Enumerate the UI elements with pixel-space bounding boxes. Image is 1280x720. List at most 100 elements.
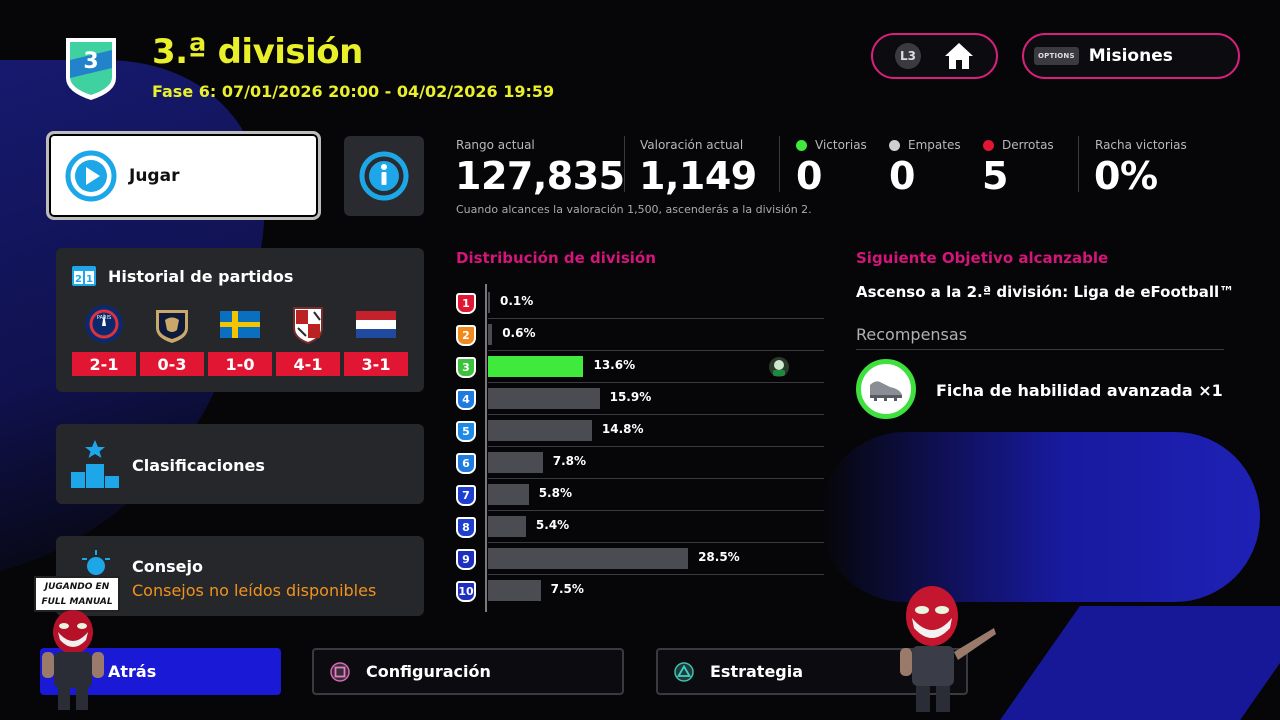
losses-dot-icon bbox=[983, 139, 994, 151]
division-row: 4 15.9% bbox=[456, 383, 824, 415]
info-button[interactable] bbox=[344, 136, 424, 216]
svg-text:2: 2 bbox=[75, 274, 82, 285]
reward-item[interactable] bbox=[856, 359, 916, 419]
match-history-title: Historial de partidos bbox=[108, 267, 294, 286]
division-bar bbox=[488, 484, 529, 505]
division-percent: 5.4% bbox=[535, 518, 570, 532]
play-button[interactable]: Jugar bbox=[46, 131, 321, 220]
wins-value: 0 bbox=[796, 154, 822, 198]
triangle-button-icon bbox=[674, 661, 694, 682]
division-bar bbox=[488, 516, 526, 537]
streak-label: Racha victorias bbox=[1095, 138, 1187, 152]
division-row: 3 13.6% bbox=[456, 351, 824, 383]
division-badge: 2 bbox=[456, 325, 476, 346]
division-bar bbox=[488, 452, 543, 473]
podium-icon bbox=[71, 440, 119, 488]
rank-value: 127,835 bbox=[455, 154, 625, 198]
division-percent: 0.6% bbox=[502, 326, 536, 340]
svg-text:PARIS: PARIS bbox=[97, 315, 111, 321]
division-percent: 7.5% bbox=[550, 582, 584, 596]
division-percent: 13.6% bbox=[593, 358, 636, 372]
draws-value: 0 bbox=[889, 154, 915, 198]
rating-value: 1,149 bbox=[639, 154, 757, 198]
division-percent: 14.8% bbox=[601, 422, 644, 436]
division-percent: 15.9% bbox=[609, 390, 652, 404]
division-percent: 0.1% bbox=[500, 294, 534, 308]
match-score: 0-3 bbox=[140, 352, 204, 376]
division-bar bbox=[488, 356, 584, 377]
missions-button[interactable]: OPTIONS Misiones bbox=[1022, 33, 1240, 79]
division-bar bbox=[488, 388, 600, 409]
lightbulb-icon bbox=[82, 550, 110, 575]
mascot-left-image bbox=[42, 610, 104, 710]
boot-icon bbox=[870, 381, 902, 401]
streak-value: 0% bbox=[1094, 154, 1158, 198]
phase-dates: Fase 6: 07/01/2026 20:00 - 04/02/2026 19… bbox=[152, 82, 555, 101]
division-row: 2 0.6% bbox=[456, 319, 824, 351]
info-icon bbox=[359, 151, 409, 201]
division-bar bbox=[488, 548, 689, 569]
rating-label: Valoración actual bbox=[640, 138, 744, 152]
losses-value: 5 bbox=[982, 154, 1008, 198]
home-icon bbox=[945, 43, 973, 69]
division-badge: 9 bbox=[456, 549, 476, 570]
draws-label: Empates bbox=[889, 138, 961, 152]
pumas-crest-icon bbox=[156, 310, 188, 343]
match-score: 4-1 bbox=[276, 352, 340, 376]
division-bar bbox=[488, 420, 592, 441]
settings-label: Configuración bbox=[366, 662, 491, 681]
match-score: 1-0 bbox=[208, 352, 272, 376]
match-score: 3-1 bbox=[344, 352, 408, 376]
division-badge: 1 bbox=[456, 293, 476, 314]
background-swoosh-right bbox=[820, 432, 1260, 602]
options-button-tag: OPTIONS bbox=[1034, 47, 1079, 65]
stat-divider bbox=[1078, 136, 1079, 192]
stat-divider bbox=[624, 136, 625, 192]
netherlands-flag-icon bbox=[356, 311, 396, 338]
classifications-button[interactable]: Clasificaciones bbox=[56, 424, 424, 504]
division-badge: 6 bbox=[456, 453, 476, 474]
division-row: 6 7.8% bbox=[456, 447, 824, 479]
classifications-label: Clasificaciones bbox=[132, 456, 265, 475]
page-title: 3.ª división bbox=[152, 32, 363, 72]
svg-text:1: 1 bbox=[86, 274, 93, 285]
match-history-panel[interactable]: 2 1 Historial de partidos PARIS 2-1 0-3 … bbox=[56, 248, 424, 392]
division-badge: 3 bbox=[456, 357, 476, 378]
shield-crest-icon bbox=[293, 307, 323, 344]
mascot-right-image bbox=[900, 586, 996, 712]
l3-button-tag: L3 bbox=[895, 43, 921, 69]
stat-divider bbox=[779, 136, 780, 192]
division-row: 10 7.5% bbox=[456, 575, 824, 607]
settings-button[interactable]: Configuración bbox=[312, 648, 624, 695]
promotion-note: Cuando alcances la valoración 1,500, asc… bbox=[456, 203, 812, 216]
scoreboard-icon: 2 1 bbox=[72, 266, 96, 286]
division-row: 8 5.4% bbox=[456, 511, 824, 543]
distribution-title: Distribución de división bbox=[456, 249, 656, 267]
strategy-label: Estrategia bbox=[710, 662, 804, 681]
reward-text: Ficha de habilidad avanzada ×1 bbox=[936, 381, 1223, 400]
psg-crest-icon: PARIS bbox=[85, 305, 123, 343]
division-badge: 7 bbox=[456, 485, 476, 506]
background-swoosh-bottom-right bbox=[1000, 606, 1280, 720]
losses-label: Derrotas bbox=[983, 138, 1054, 152]
draws-dot-icon bbox=[889, 139, 900, 151]
rewards-label: Recompensas bbox=[856, 325, 968, 344]
home-button[interactable]: L3 bbox=[871, 33, 998, 79]
division-percent: 5.8% bbox=[538, 486, 572, 500]
division-bar bbox=[488, 292, 490, 313]
division-bar bbox=[488, 324, 493, 345]
objective-text: Ascenso a la 2.ª división: Liga de eFoot… bbox=[856, 283, 1235, 301]
sweden-flag-icon bbox=[220, 311, 260, 338]
rank-label: Rango actual bbox=[456, 138, 535, 152]
division-badge: 10 bbox=[456, 581, 476, 602]
objective-title: Siguiente Objetivo alcanzable bbox=[856, 249, 1109, 267]
player-avatar-icon bbox=[769, 357, 789, 377]
division-bar bbox=[488, 580, 541, 601]
division-row: 1 0.1% bbox=[456, 287, 824, 319]
division-percent: 7.8% bbox=[552, 454, 587, 468]
division-badge: 5 bbox=[456, 421, 476, 442]
division-badge: 4 bbox=[456, 389, 476, 410]
play-label: Jugar bbox=[129, 165, 180, 186]
tip-title: Consejo bbox=[132, 557, 203, 576]
tip-subtitle: Consejos no leídos disponibles bbox=[132, 581, 377, 600]
